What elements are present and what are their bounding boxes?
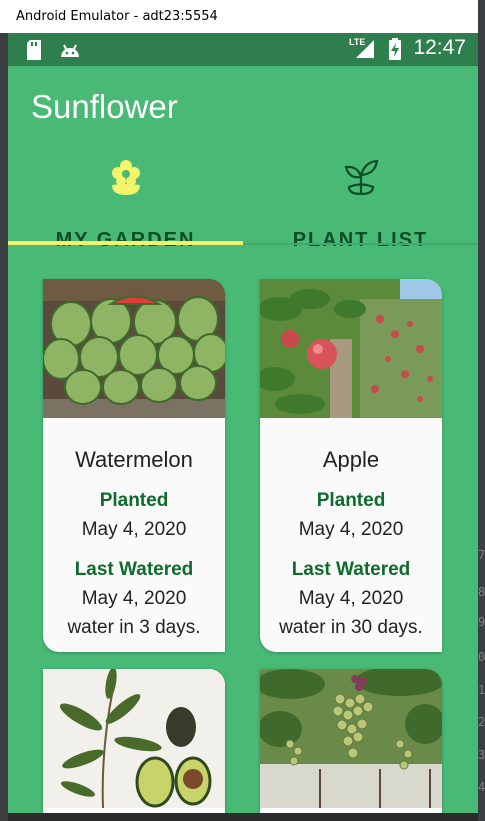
signal-icon <box>356 40 374 58</box>
editor-line-number: 9 <box>478 615 485 629</box>
sd-card-icon <box>27 40 41 60</box>
watermelon-photo <box>43 279 225 418</box>
plant-name: Apple <box>322 447 380 472</box>
sprout-icon <box>344 159 379 196</box>
editor-background <box>0 33 8 821</box>
flower-icon <box>112 160 140 195</box>
editor-line-number: 4 <box>478 780 485 794</box>
grape-photo <box>260 669 442 808</box>
editor-line-number: 3 <box>478 748 485 762</box>
last-watered-label: Last Watered <box>74 559 194 580</box>
garden-card-apple[interactable]: Apple Planted May 4, 2020 Last Watered M… <box>260 279 442 652</box>
plant-name: Watermelon <box>75 447 193 472</box>
last-watered-date: May 4, 2020 <box>81 588 187 609</box>
app-title: Sunflower <box>31 88 178 125</box>
editor-line-number: 1 <box>478 683 485 697</box>
tab-selected-indicator <box>8 241 243 245</box>
planted-date: May 4, 2020 <box>81 519 187 540</box>
editor-line-number: 2 <box>478 715 485 729</box>
planted-date: May 4, 2020 <box>298 519 404 540</box>
clock: 12:47 <box>413 36 466 59</box>
battery-charging-icon <box>389 38 401 60</box>
phone-screen: LTE 12:47 Sunflower MY GARDEN PLANT LIST… <box>8 33 478 813</box>
tab-plant-list[interactable]: PLANT LIST <box>243 153 478 251</box>
water-in-text: water in 3 days. <box>67 617 201 638</box>
apple-photo <box>260 279 442 418</box>
water-in-text: water in 30 days. <box>279 617 423 638</box>
avocado-photo <box>43 669 225 808</box>
planted-label: Planted <box>99 490 169 511</box>
garden-card-watermelon[interactable]: Watermelon Planted May 4, 2020 Last Wate… <box>43 279 225 652</box>
last-watered-label: Last Watered <box>291 559 411 580</box>
tab-my-garden[interactable]: MY GARDEN <box>8 153 243 251</box>
emulator-window: Android Emulator - adt23:5554 7 8 9 0 1 … <box>0 0 485 821</box>
editor-background <box>478 0 485 821</box>
editor-line-number: 8 <box>478 585 485 599</box>
garden-card-avocado[interactable] <box>43 669 225 813</box>
tab-label: PLANT LIST <box>292 229 429 251</box>
planted-label: Planted <box>316 490 386 511</box>
garden-card-grape[interactable] <box>260 669 442 813</box>
window-title: Android Emulator - adt23:5554 <box>0 0 478 33</box>
status-bar: LTE 12:47 <box>8 33 478 66</box>
editor-line-number: 7 <box>478 548 485 562</box>
last-watered-date: May 4, 2020 <box>298 588 404 609</box>
tab-divider <box>243 243 478 245</box>
android-icon <box>61 44 79 57</box>
editor-line-number: 0 <box>478 650 485 664</box>
